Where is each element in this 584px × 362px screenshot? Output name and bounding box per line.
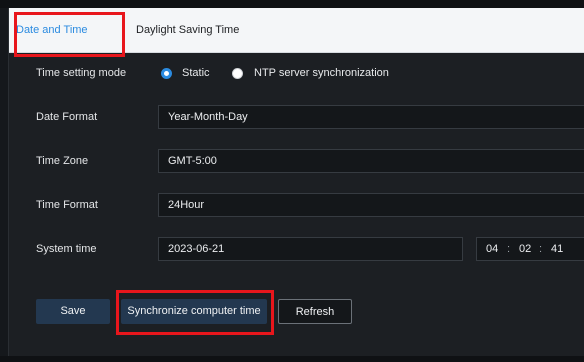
radio-ntp-label: NTP server synchronization: [254, 67, 389, 79]
system-time-label: System time: [36, 243, 97, 255]
synchronize-computer-time-button[interactable]: Synchronize computer time: [121, 299, 267, 324]
top-bar: [0, 0, 584, 8]
system-date-input[interactable]: 2023-06-21: [158, 237, 463, 261]
radio-static[interactable]: [161, 68, 172, 79]
bottom-bar: [0, 356, 584, 362]
time-zone-select[interactable]: GMT-5:00: [158, 149, 584, 173]
system-time-input[interactable]: 04 : 02 : 41: [476, 237, 584, 261]
system-date-value: 2023-06-21: [168, 243, 225, 255]
radio-static-label: Static: [182, 67, 210, 79]
save-button[interactable]: Save: [36, 299, 110, 324]
time-format-select[interactable]: 24Hour: [158, 193, 584, 217]
tab-daylight-saving-time-label: Daylight Saving Time: [136, 24, 240, 36]
tab-date-and-time-label: Date and Time: [16, 24, 88, 36]
time-separator: :: [539, 243, 543, 255]
second-field[interactable]: 41: [551, 238, 563, 260]
tab-bar: Date and Time Daylight Saving Time: [9, 8, 584, 53]
refresh-button[interactable]: Refresh: [278, 299, 352, 324]
time-zone-label: Time Zone: [36, 155, 89, 167]
time-format-label: Time Format: [36, 199, 98, 211]
hour-field[interactable]: 04: [486, 238, 498, 260]
minute-field[interactable]: 02: [519, 238, 531, 260]
date-format-label: Date Format: [36, 111, 98, 123]
time-zone-value: GMT-5:00: [168, 155, 217, 167]
date-format-select[interactable]: Year-Month-Day: [158, 105, 584, 129]
radio-ntp[interactable]: [232, 68, 243, 79]
time-setting-mode-label: Time setting mode: [36, 67, 127, 79]
tab-daylight-saving-time[interactable]: Daylight Saving Time: [136, 8, 239, 52]
time-separator: :: [507, 243, 511, 255]
time-format-value: 24Hour: [168, 199, 205, 211]
date-format-value: Year-Month-Day: [168, 111, 248, 123]
tab-date-and-time[interactable]: Date and Time: [16, 8, 125, 52]
